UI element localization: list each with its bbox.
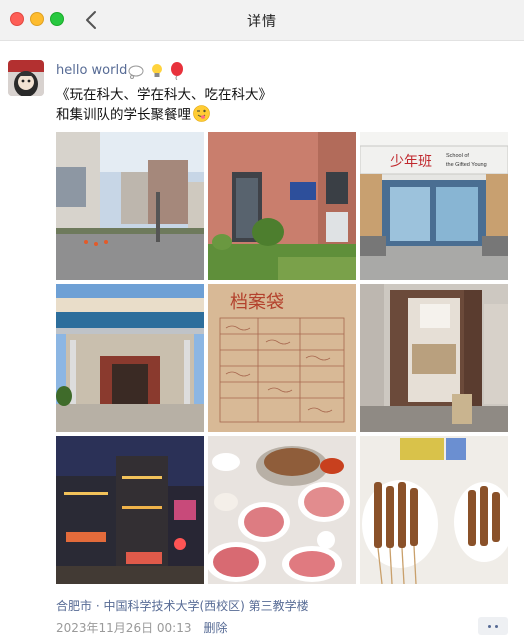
photo-archive-bag-handwriting[interactable]: 档案袋 [208,284,356,432]
post-text: 《玩在科大、学在科大、吃在科大》 和集训队的学长聚餐哩 [56,85,272,128]
window-titlebar: 详情 [0,0,524,41]
more-button[interactable] [478,617,508,635]
photo-red-brick-building[interactable] [208,132,356,280]
photo-school-gifted-young-entrance[interactable]: 少年班 School of the Gifted Young [360,132,508,280]
avatar[interactable] [8,60,44,96]
photo-night-street[interactable] [56,436,204,584]
balloon-icon [170,62,184,84]
photo-bbq-skewers[interactable] [360,436,508,584]
signage-chinese: 少年班 [390,154,432,170]
post-text-line: 和集训队的学长聚餐哩 [56,105,272,128]
tongue-wink-emoji [193,105,210,128]
photo-hotpot-meal[interactable] [208,436,356,584]
delete-button[interactable]: 删除 [203,621,227,635]
username-emojis [128,62,186,83]
svg-text:the Gifted Young: the Gifted Young [446,162,487,168]
svg-text:School of: School of [446,153,469,159]
location-link[interactable]: 合肥市 · 中国科学技术大学(西校区) 第三教学楼 [56,597,309,614]
username-link[interactable]: hello world [56,63,127,78]
page-title: 详情 [247,14,277,30]
thought-balloon-icon [128,64,144,83]
light-bulb-icon [151,63,163,83]
photo-classroom-doorway[interactable] [360,284,508,432]
archive-bag-label: 档案袋 [230,292,284,313]
post-text-line: 《玩在科大、学在科大、吃在科大》 [56,87,272,103]
photo-building-entrance-canopy[interactable] [56,284,204,432]
photo-grid: 少年班 School of the Gifted Young 档案袋 [56,132,508,584]
timestamp: 2023年11月26日 00:13 [56,621,192,635]
post-meta: 2023年11月26日 00:13 删除 [56,619,228,636]
photo-street-campus[interactable] [56,132,204,280]
